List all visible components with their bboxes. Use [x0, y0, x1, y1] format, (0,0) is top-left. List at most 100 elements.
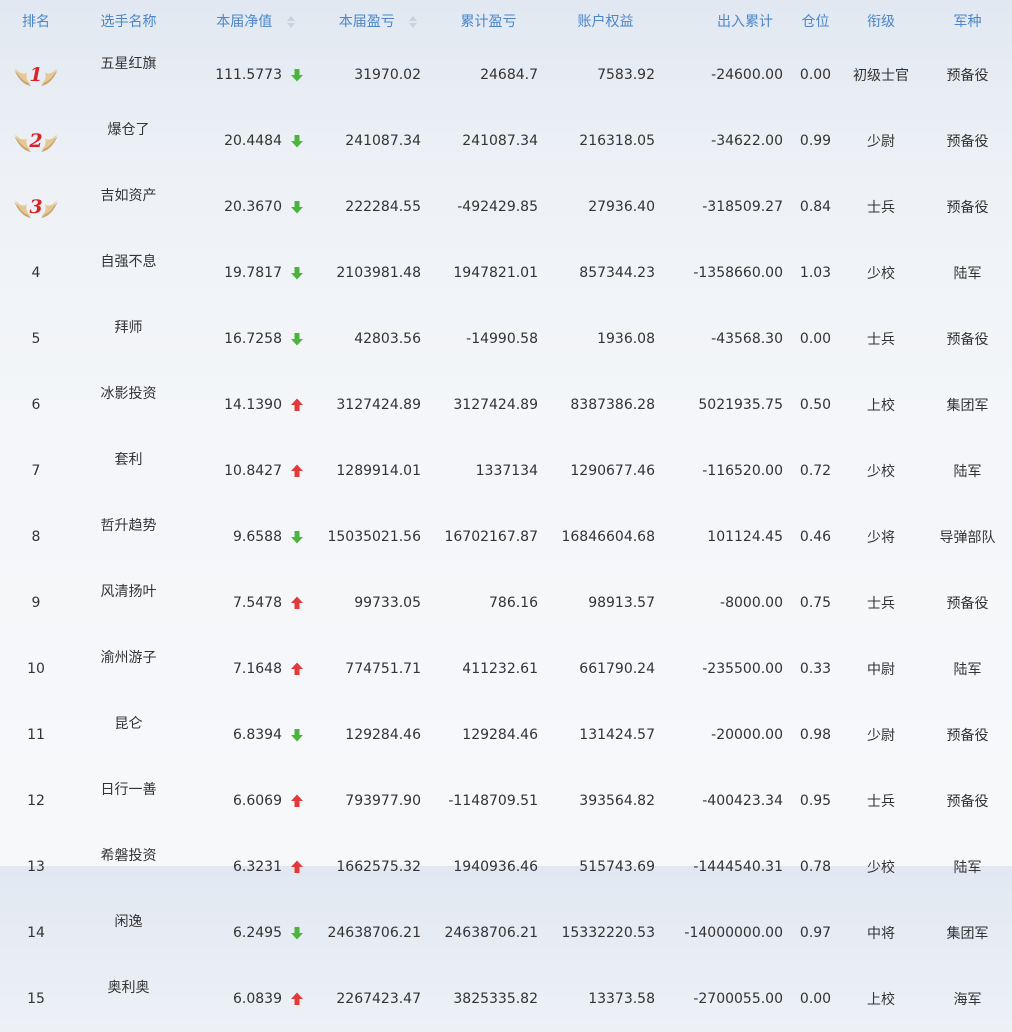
pnl-cell: 129284.46: [345, 727, 421, 743]
header-branch[interactable]: 军种: [923, 0, 1012, 42]
player-name[interactable]: 闲逸: [72, 900, 185, 966]
player-name[interactable]: 自强不息: [72, 240, 185, 306]
table-row[interactable]: 11 昆仑 6.8394 129284.46 129284.46 131424.…: [0, 702, 1012, 768]
flow-cell: -2700055.00: [693, 991, 783, 1007]
position-cell: 0.84: [799, 199, 832, 215]
rank-number: 6: [31, 397, 41, 413]
table-row[interactable]: 1 1 五星红旗 111.5773 31970.02 24684.7 7583.…: [0, 42, 1012, 108]
arrow-down-icon: [290, 68, 304, 82]
position-cell: 1.03: [799, 265, 832, 281]
header-cum-pnl[interactable]: 累计盈亏: [430, 0, 547, 42]
sort-icon[interactable]: [409, 16, 418, 28]
sort-icon[interactable]: [286, 16, 295, 28]
table-row[interactable]: 2 2 爆仓了 20.4484 241087.34 241087.34 2163…: [0, 108, 1012, 174]
player-name[interactable]: 哲升趋势: [72, 504, 185, 570]
table-header: 排名 选手名称 本届净值 本届盈亏 累计盈亏 账户权益 出入累计 仓位 衔级 军…: [0, 0, 1012, 42]
title-cell: 中将: [867, 926, 895, 942]
table-row[interactable]: 10 渝州游子 7.1648 774751.71 411232.61 66179…: [0, 636, 1012, 702]
table-row[interactable]: 8 哲升趋势 9.6588 15035021.56 16702167.87 16…: [0, 504, 1012, 570]
table-row[interactable]: 4 自强不息 19.7817 2103981.48 1947821.01 857…: [0, 240, 1012, 306]
branch-cell: 预备役: [946, 200, 989, 216]
rank-cell: 11: [0, 702, 72, 768]
flow-cell: 101124.45: [707, 529, 783, 545]
header-equity-label: 账户权益: [577, 14, 634, 30]
player-name[interactable]: 套利: [72, 438, 185, 504]
nav-value: 9.6588: [233, 529, 282, 545]
position-cell: 0.00: [799, 67, 832, 83]
table-row[interactable]: 7 套利 10.8427 1289914.01 1337134 1290677.…: [0, 438, 1012, 504]
header-name-label: 选手名称: [100, 14, 157, 30]
player-name[interactable]: 冰影投资: [72, 372, 185, 438]
rank-number: 13: [27, 859, 45, 875]
table-row[interactable]: 9 风清扬叶 7.5478 99733.05 786.16 98913.57 -…: [0, 570, 1012, 636]
rank-cell: 5: [0, 306, 72, 372]
player-name[interactable]: 吉如资产: [72, 174, 185, 240]
equity-cell: 515743.69: [579, 859, 655, 875]
title-cell: 少将: [867, 530, 895, 546]
cum-pnl-cell: 16702167.87: [444, 529, 538, 545]
table-body: 1 1 五星红旗 111.5773 31970.02 24684.7 7583.…: [0, 42, 1012, 1032]
branch-cell: 海军: [953, 992, 982, 1008]
flow-cell: -34622.00: [711, 133, 783, 149]
header-nav[interactable]: 本届净值: [185, 0, 308, 42]
flow-cell: -1444540.31: [693, 859, 783, 875]
arrow-down-icon: [290, 530, 304, 544]
cum-pnl-cell: -14990.58: [466, 331, 538, 347]
header-position-label: 仓位: [801, 14, 830, 30]
header-position[interactable]: 仓位: [792, 0, 839, 42]
title-cell: 少校: [867, 860, 895, 876]
title-cell: 初级士官: [853, 68, 909, 84]
nav-cell: 20.3670: [185, 174, 308, 240]
header-branch-label: 军种: [953, 14, 982, 30]
arrow-down-icon: [290, 728, 304, 742]
rank-number: 11: [27, 727, 45, 743]
flow-cell: -116520.00: [702, 463, 783, 479]
equity-cell: 15332220.53: [561, 925, 655, 941]
player-name[interactable]: 渝州游子: [72, 636, 185, 702]
equity-cell: 131424.57: [579, 727, 655, 743]
cum-pnl-cell: 129284.46: [462, 727, 538, 743]
rank-cell: 12: [0, 768, 72, 834]
player-name[interactable]: 希磐投资: [72, 834, 185, 900]
header-flow[interactable]: 出入累计: [664, 0, 792, 42]
player-name[interactable]: 风清扬叶: [72, 570, 185, 636]
title-cell: 中尉: [867, 662, 895, 678]
header-title[interactable]: 衔级: [839, 0, 923, 42]
player-name[interactable]: 昆仑: [72, 702, 185, 768]
arrow-down-icon: [290, 332, 304, 346]
nav-cell: 20.4484: [185, 108, 308, 174]
table-row[interactable]: 3 3 吉如资产 20.3670 222284.55 -492429.85 27…: [0, 174, 1012, 240]
header-name[interactable]: 选手名称: [72, 0, 185, 42]
nav-value: 6.8394: [233, 727, 282, 743]
header-rank[interactable]: 排名: [0, 0, 72, 42]
cum-pnl-cell: 786.16: [489, 595, 538, 611]
header-pnl[interactable]: 本届盈亏: [308, 0, 430, 42]
rank-cell: 13: [0, 834, 72, 900]
player-name[interactable]: 奥利奥: [72, 966, 185, 1032]
player-name[interactable]: 日行一善: [72, 768, 185, 834]
table-row[interactable]: 14 闲逸 6.2495 24638706.21 24638706.21 153…: [0, 900, 1012, 966]
flow-cell: -14000000.00: [684, 925, 783, 941]
table-row[interactable]: 12 日行一善 6.6069 793977.90 -1148709.51 393…: [0, 768, 1012, 834]
nav-cell: 9.6588: [185, 504, 308, 570]
table-row[interactable]: 15 奥利奥 6.0839 2267423.47 3825335.82 1337…: [0, 966, 1012, 1032]
rank-cell: 10: [0, 636, 72, 702]
player-name[interactable]: 爆仓了: [72, 108, 185, 174]
table-row[interactable]: 5 拜师 16.7258 42803.56 -14990.58 1936.08 …: [0, 306, 1012, 372]
position-cell: 0.98: [799, 727, 832, 743]
equity-cell: 8387386.28: [570, 397, 655, 413]
nav-cell: 7.1648: [185, 636, 308, 702]
arrow-up-icon: [290, 596, 304, 610]
table-row[interactable]: 13 希磐投资 6.3231 1662575.32 1940936.46 515…: [0, 834, 1012, 900]
player-name[interactable]: 五星红旗: [72, 42, 185, 108]
position-cell: 0.46: [799, 529, 832, 545]
equity-cell: 661790.24: [579, 661, 655, 677]
player-name[interactable]: 拜师: [72, 306, 185, 372]
cum-pnl-cell: 241087.34: [462, 133, 538, 149]
table-row[interactable]: 6 冰影投资 14.1390 3127424.89 3127424.89 838…: [0, 372, 1012, 438]
svg-text:3: 3: [29, 196, 42, 218]
equity-cell: 393564.82: [579, 793, 655, 809]
nav-cell: 6.2495: [185, 900, 308, 966]
header-equity[interactable]: 账户权益: [547, 0, 664, 42]
arrow-up-icon: [290, 662, 304, 676]
